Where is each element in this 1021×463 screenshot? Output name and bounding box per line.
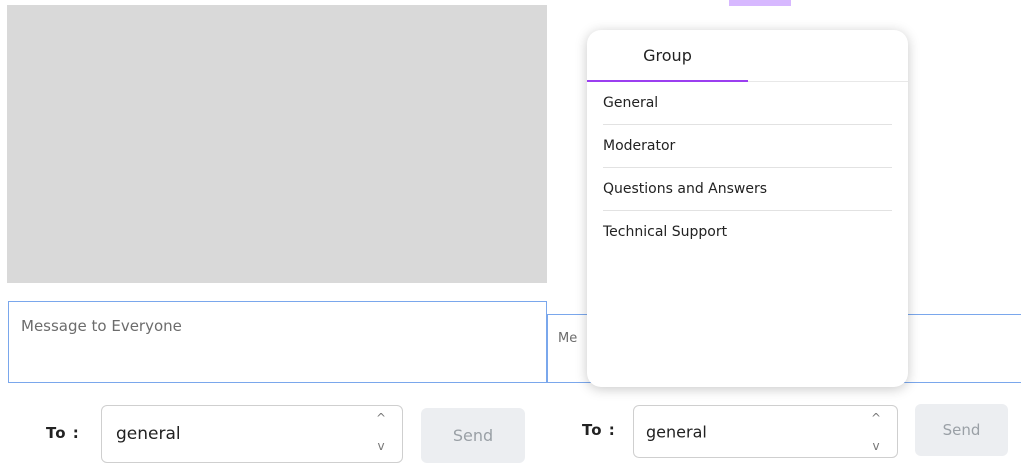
group-item-technical-support[interactable]: Technical Support <box>603 211 892 253</box>
group-item-moderator[interactable]: Moderator <box>603 125 892 168</box>
to-label-right: To : <box>582 421 616 439</box>
group-list: General Moderator Questions and Answers … <box>587 82 908 253</box>
group-item-label: Technical Support <box>603 224 728 240</box>
chevron-down-icon[interactable]: v <box>377 440 384 452</box>
recipient-select-right[interactable]: general ^ v <box>633 405 898 458</box>
top-accent-bar <box>729 0 791 6</box>
group-dropdown: Group General Moderator Questions and An… <box>587 30 908 387</box>
message-private-placeholder: Me <box>558 331 578 346</box>
group-item-general[interactable]: General <box>603 82 892 125</box>
recipient-select-left[interactable]: general ^ v <box>101 405 403 463</box>
select-spinner-right[interactable]: ^ v <box>869 412 883 452</box>
select-spinner-left[interactable]: ^ v <box>374 412 388 452</box>
message-everyone-input[interactable]: Message to Everyone <box>8 301 547 383</box>
recipient-select-right-value: general <box>646 422 707 441</box>
message-everyone-placeholder: Message to Everyone <box>21 317 182 335</box>
group-item-questions-and-answers[interactable]: Questions and Answers <box>603 168 892 211</box>
chevron-up-icon[interactable]: ^ <box>376 412 386 424</box>
group-item-label: General <box>603 95 659 111</box>
chevron-up-icon[interactable]: ^ <box>871 412 881 424</box>
group-item-label: Questions and Answers <box>603 181 768 197</box>
dropdown-tab-bar: Group <box>587 30 908 82</box>
chevron-down-icon[interactable]: v <box>872 440 879 452</box>
send-button-left[interactable]: Send <box>421 408 525 463</box>
recipient-select-left-value: general <box>116 424 181 444</box>
to-label-left: To : <box>46 424 80 442</box>
tab-active-underline <box>587 80 748 82</box>
tab-group[interactable]: Group <box>587 30 748 81</box>
tab-group-label: Group <box>643 46 692 65</box>
group-item-label: Moderator <box>603 138 676 154</box>
video-placeholder <box>7 5 547 283</box>
send-button-right[interactable]: Send <box>915 404 1008 456</box>
